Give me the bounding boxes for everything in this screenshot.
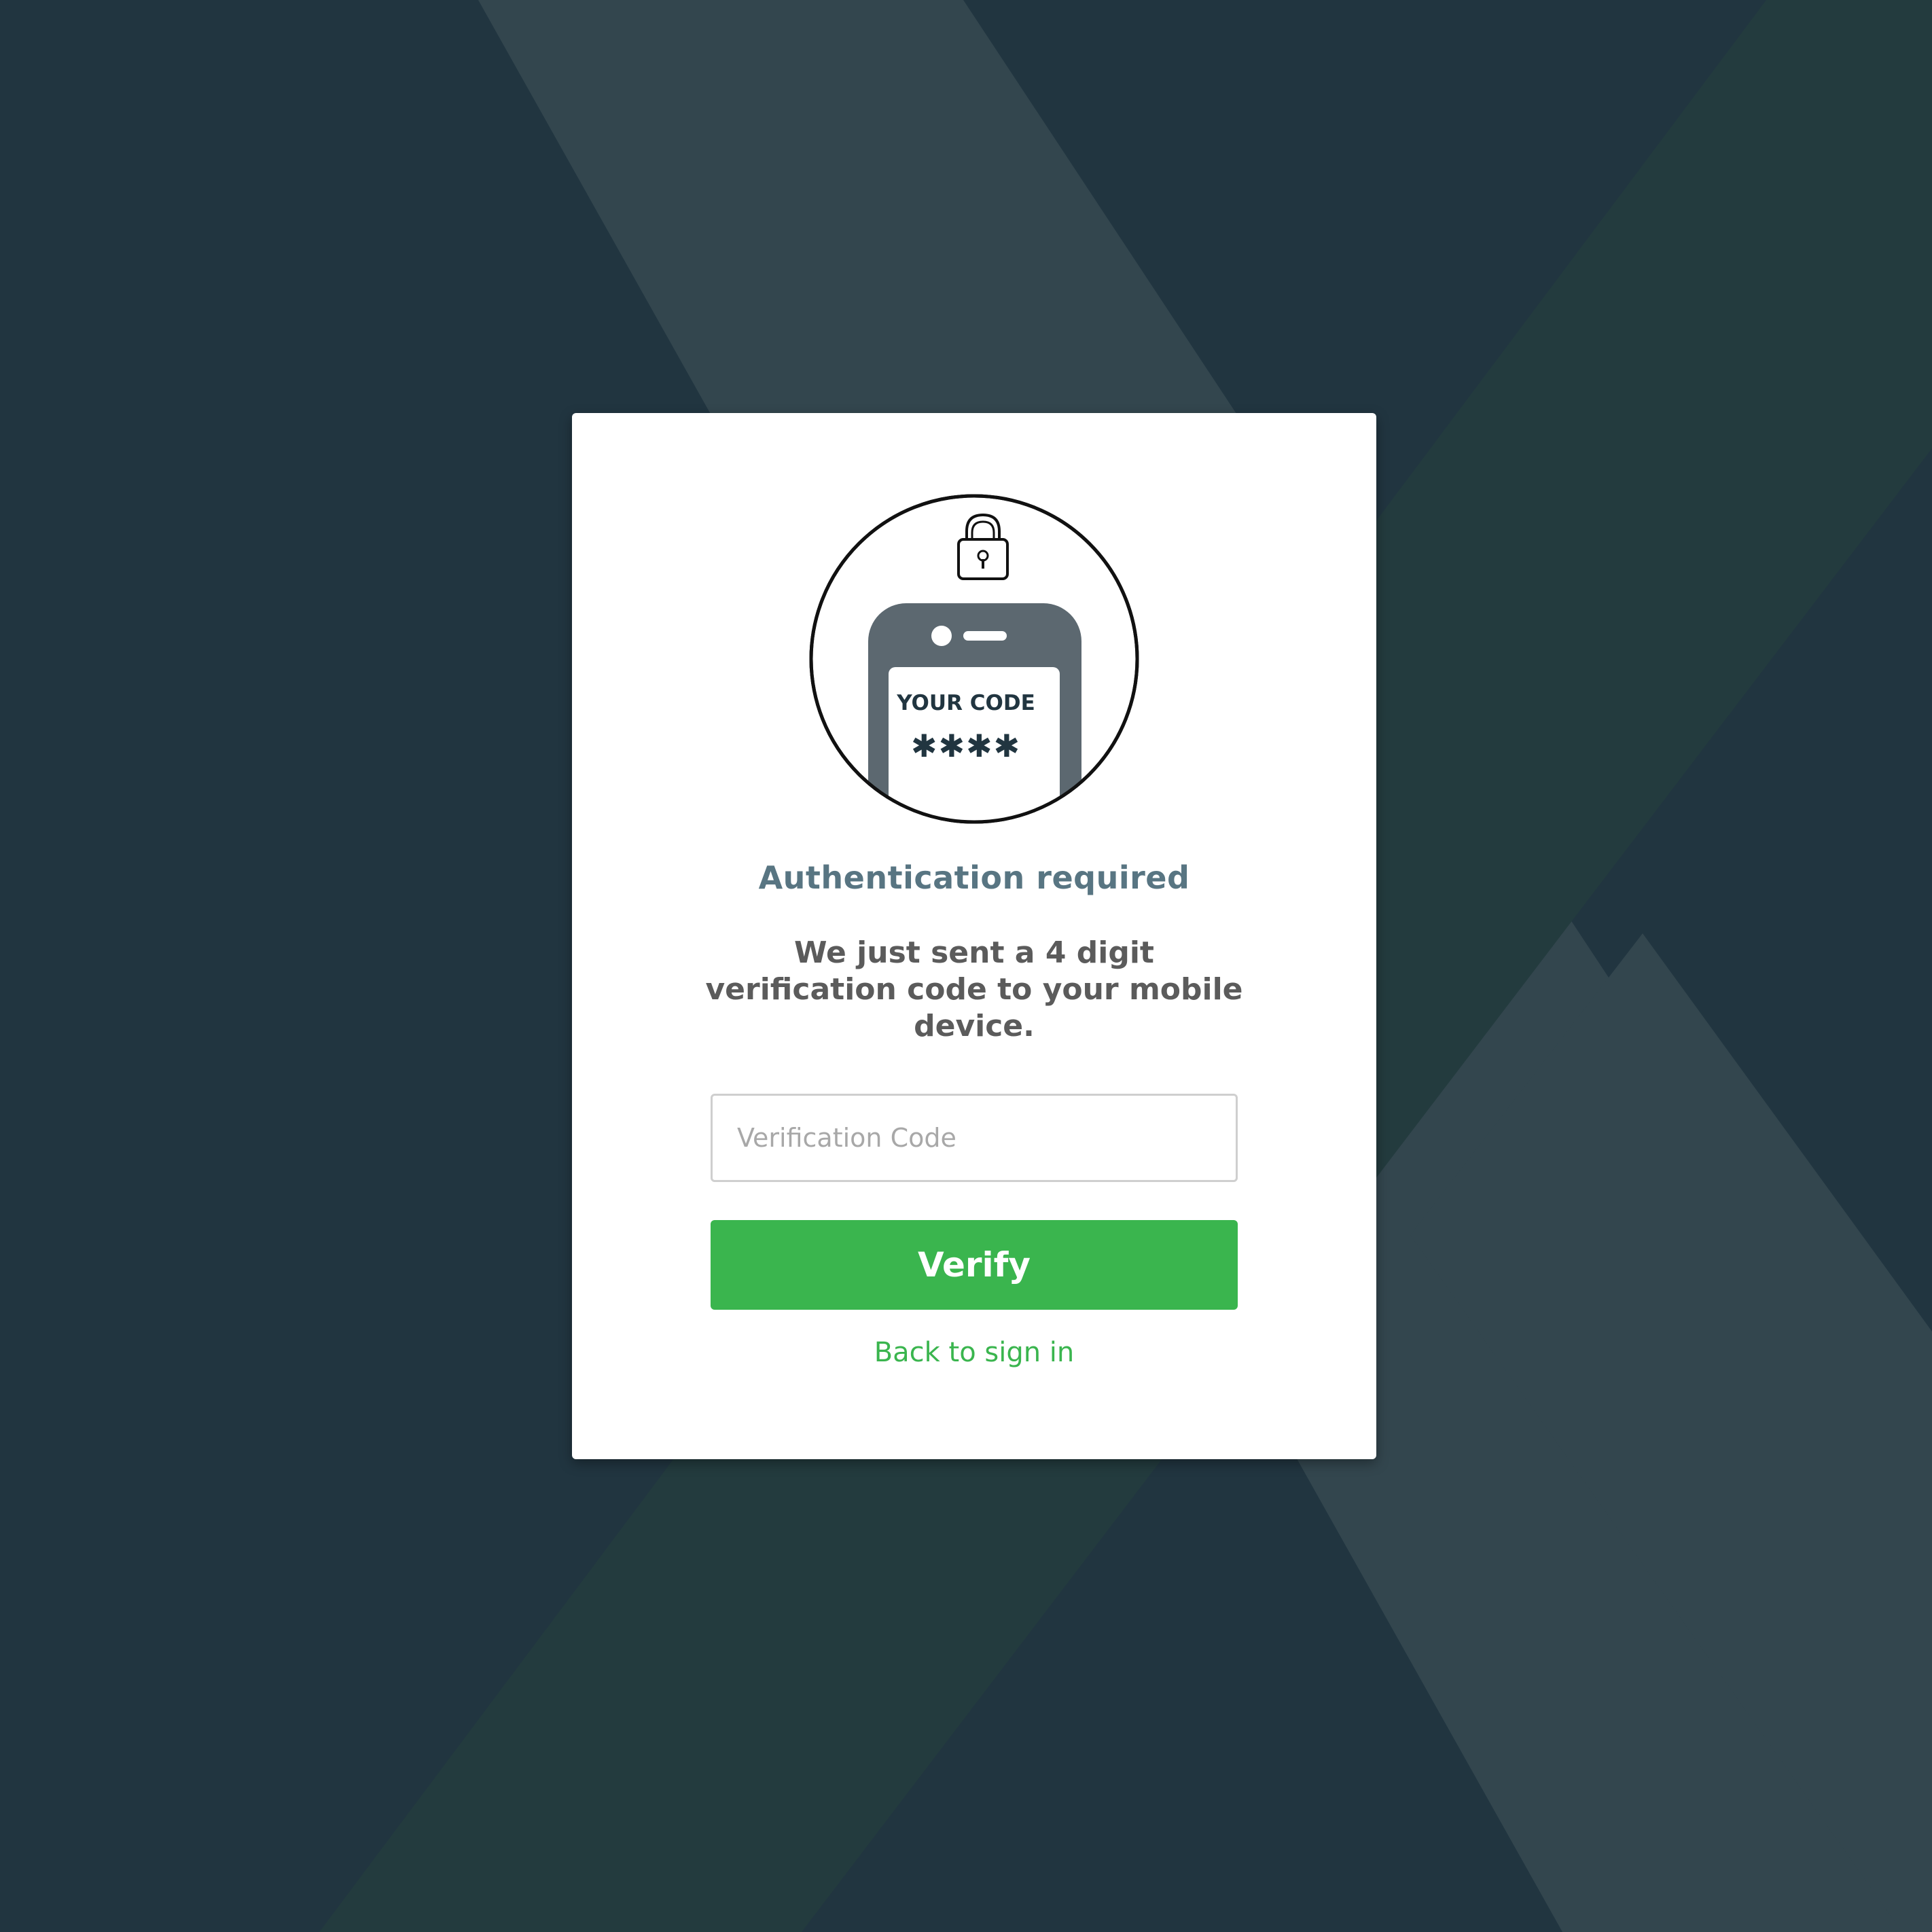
screen-code: ✱✱✱✱ — [911, 728, 1021, 764]
verification-card: YOUR CODE ✱✱✱✱ Authentication required W… — [572, 413, 1376, 1459]
page-title: Authentication required — [758, 859, 1190, 896]
back-link-row: Back to sign in — [572, 1336, 1376, 1370]
screen-label: YOUR CODE — [896, 691, 1035, 715]
verification-code-input[interactable] — [711, 1094, 1238, 1182]
back-to-sign-in-link[interactable]: Back to sign in — [874, 1337, 1075, 1368]
mobile-phone-icon: YOUR CODE ✱✱✱✱ — [868, 603, 1081, 822]
verification-message: We just sent a 4 digit verification code… — [705, 935, 1243, 1043]
verify-button[interactable]: Verify — [711, 1220, 1238, 1310]
phone-verification-illustration: YOUR CODE ✱✱✱✱ — [809, 494, 1139, 824]
